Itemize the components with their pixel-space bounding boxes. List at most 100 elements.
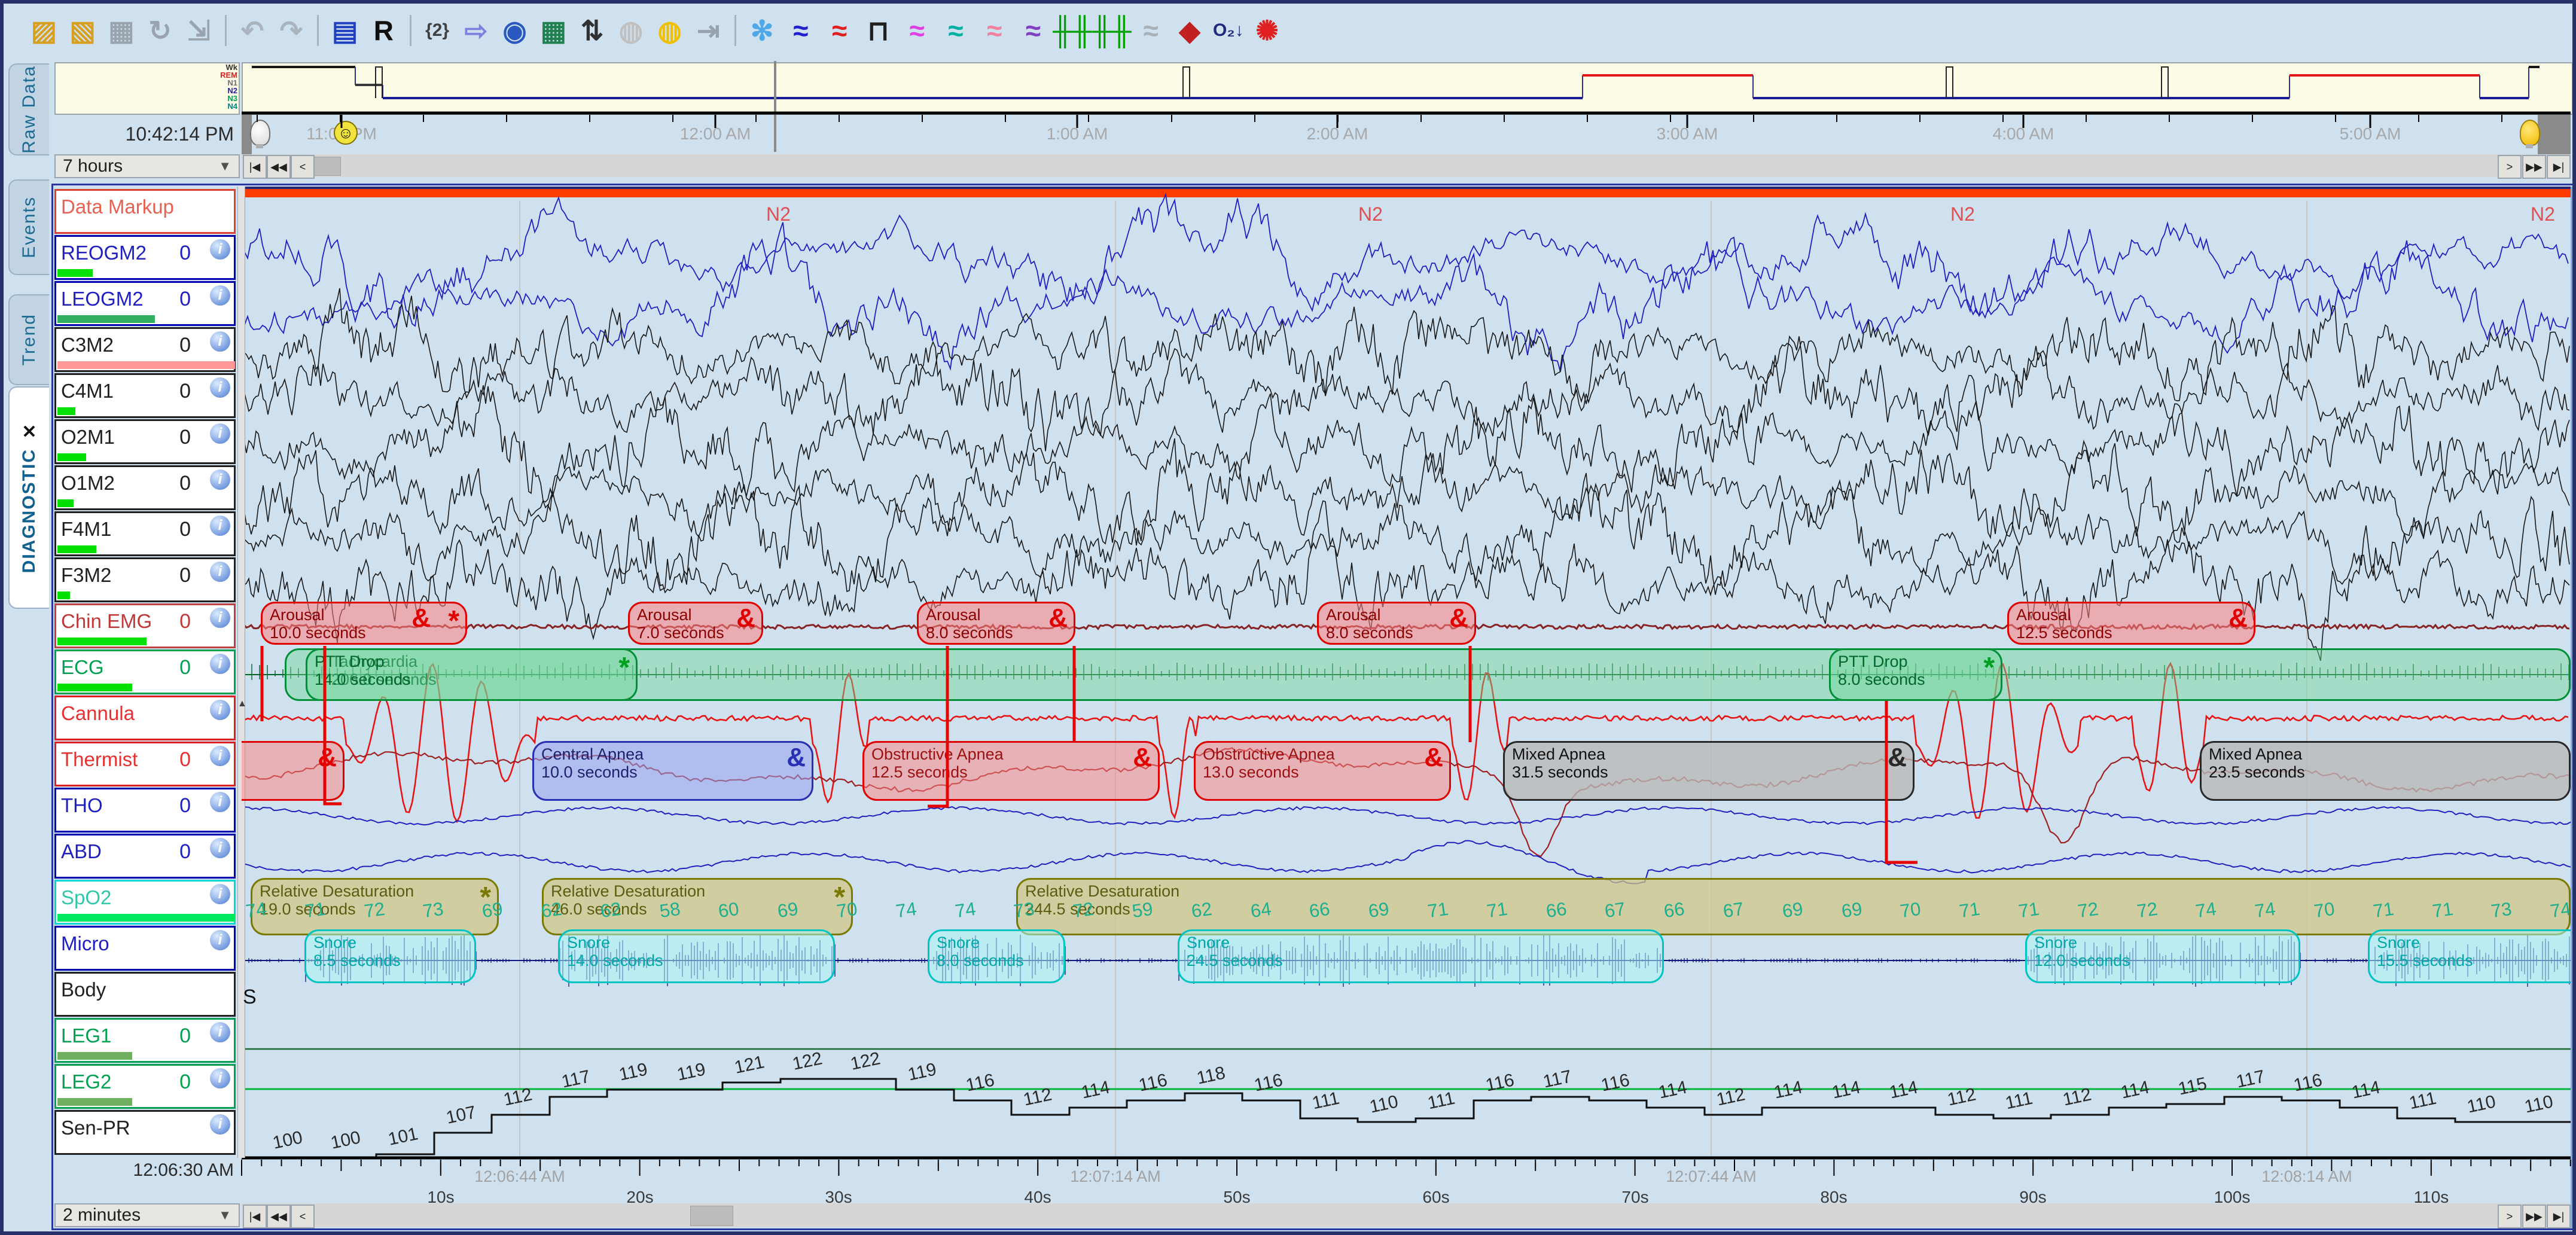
wave-pink-icon[interactable]: ≈ bbox=[978, 12, 1011, 49]
wave-square-icon[interactable]: ⊓ bbox=[862, 12, 895, 49]
channel-tho[interactable]: THO0i bbox=[54, 788, 236, 833]
mixed-apnea-event-5[interactable]: Mixed Apnea23.5 seconds bbox=[2200, 741, 2571, 801]
info-icon[interactable]: i bbox=[210, 285, 230, 306]
info-icon[interactable]: i bbox=[210, 469, 230, 490]
info-icon[interactable]: i bbox=[210, 746, 230, 766]
channel-c3m2[interactable]: C3M20i bbox=[54, 327, 236, 372]
channel-micro[interactable]: Microi bbox=[54, 926, 236, 971]
info-icon[interactable]: i bbox=[210, 1114, 230, 1135]
tab-raw-data[interactable]: Raw Data bbox=[8, 63, 49, 155]
info-icon[interactable]: i bbox=[210, 930, 230, 950]
montage-a-icon[interactable]: ╫╫ bbox=[1056, 12, 1089, 49]
arousal-event-4[interactable]: Arousal12.5 seconds& bbox=[2007, 602, 2255, 645]
snore-event-4[interactable]: Snore12.0 seconds bbox=[2025, 929, 2300, 983]
wave-red-icon[interactable]: ≈ bbox=[823, 12, 856, 49]
reload-icon[interactable]: ↻ bbox=[144, 12, 176, 49]
overview-scroll-left-2[interactable]: < bbox=[291, 155, 315, 179]
channel-thermist[interactable]: Thermist0i bbox=[54, 742, 236, 786]
main-scroll-right-2[interactable]: ▶| bbox=[2547, 1204, 2571, 1228]
channel-leogm2[interactable]: LEOGM20i bbox=[54, 281, 236, 326]
obstructive-apnea-event-3[interactable]: Obstructive Apnea13.0 seconds& bbox=[1194, 741, 1451, 801]
channel-sen-pr[interactable]: Sen-PRi bbox=[54, 1110, 236, 1155]
report-icon[interactable]: ▤ bbox=[328, 12, 361, 49]
wave-blue-icon[interactable]: ≈ bbox=[785, 12, 818, 49]
info-icon[interactable]: i bbox=[210, 516, 230, 536]
info-icon[interactable]: i bbox=[210, 423, 230, 444]
main-scroll-left-1[interactable]: ◀◀ bbox=[267, 1204, 291, 1228]
spindle-icon[interactable]: ✺ bbox=[1251, 12, 1284, 49]
open-study-icon[interactable]: ▨ bbox=[28, 12, 60, 49]
channel-f3m2[interactable]: F3M20i bbox=[54, 557, 236, 602]
snore-event-5[interactable]: Snore15.5 seconds bbox=[2368, 929, 2571, 983]
channel-o2m1[interactable]: O2M10i bbox=[54, 419, 236, 464]
desaturation-event-1[interactable]: Relative Desaturation46.0 seconds* bbox=[542, 878, 853, 935]
prescription-icon[interactable]: R bbox=[367, 12, 400, 49]
cardiac-event-1[interactable]: PTT Drop14.0 seconds* bbox=[306, 648, 638, 701]
info-icon[interactable]: i bbox=[210, 608, 230, 628]
info-icon[interactable]: i bbox=[210, 792, 230, 812]
snore-event-1[interactable]: Snore14.0 seconds bbox=[558, 929, 835, 983]
wave-magenta-icon[interactable]: ≈ bbox=[901, 12, 934, 49]
channel-reogm2[interactable]: REOGM20i bbox=[54, 235, 236, 280]
main-scroll-left-2[interactable]: < bbox=[291, 1204, 315, 1228]
wave-gray-icon[interactable]: ≈ bbox=[1135, 12, 1167, 49]
channel-leg1[interactable]: LEG10i bbox=[54, 1018, 236, 1063]
info-icon[interactable]: i bbox=[210, 1068, 230, 1088]
info-icon[interactable]: i bbox=[210, 838, 230, 858]
wave-purple-icon[interactable]: ≈ bbox=[1017, 12, 1050, 49]
main-scroll-track[interactable] bbox=[242, 1203, 2571, 1227]
info-icon[interactable]: i bbox=[210, 562, 230, 582]
main-scroll-left-0[interactable]: |◀ bbox=[243, 1204, 267, 1228]
channel-f4m1[interactable]: F4M10i bbox=[54, 511, 236, 556]
channel-leg2[interactable]: LEG20i bbox=[54, 1064, 236, 1109]
overview-scroll-left-0[interactable]: |◀ bbox=[243, 155, 267, 179]
info-icon[interactable]: i bbox=[210, 884, 230, 904]
overview-range-select[interactable]: 7 hours ▼ bbox=[54, 154, 240, 178]
arousal-event-1[interactable]: Arousal7.0 seconds& bbox=[628, 602, 763, 645]
undo-icon[interactable]: ↶ bbox=[236, 12, 269, 49]
lightbulb-off-icon[interactable]: ◍ bbox=[615, 12, 648, 49]
channel-data-markup[interactable]: Data Markup bbox=[54, 189, 236, 234]
filter-icon[interactable]: ✻ bbox=[746, 12, 779, 49]
snore-event-2[interactable]: Snore8.0 seconds bbox=[928, 929, 1065, 983]
apnea-event-0[interactable]: & bbox=[242, 741, 345, 801]
close-icon[interactable]: ✕ bbox=[22, 422, 36, 443]
cardiac-event-2[interactable]: PTT Drop8.0 seconds* bbox=[1829, 648, 2002, 701]
open-recent-icon[interactable]: ▧ bbox=[66, 12, 99, 49]
info-icon[interactable]: i bbox=[210, 377, 230, 398]
goto-icon[interactable]: ⇨ bbox=[459, 12, 492, 49]
channel-c4m1[interactable]: C4M10i bbox=[54, 373, 236, 418]
channel-spo2[interactable]: SpO2i bbox=[54, 880, 236, 925]
channel-splitter[interactable]: ▲ bbox=[237, 187, 245, 1158]
hypnogram-plot[interactable] bbox=[242, 62, 2573, 115]
tab-trend[interactable]: Trend bbox=[8, 294, 49, 385]
main-scroll-right-1[interactable]: ▶▶ bbox=[2522, 1204, 2546, 1228]
overview-scroll-right-2[interactable]: ▶| bbox=[2547, 155, 2571, 179]
calibrate-icon[interactable]: ⇅ bbox=[576, 12, 609, 49]
table-icon[interactable]: ▦ bbox=[537, 12, 570, 49]
overview-scroll-right-1[interactable]: ▶▶ bbox=[2522, 155, 2546, 179]
obstructive-apnea-event-2[interactable]: Obstructive Apnea12.5 seconds& bbox=[862, 741, 1160, 801]
browse-icon[interactable]: ◉ bbox=[498, 12, 531, 49]
epoch-range-select[interactable]: 2 minutes ▼ bbox=[54, 1203, 240, 1227]
arousal-event-2[interactable]: Arousal8.0 seconds& bbox=[917, 602, 1075, 645]
channel-abd[interactable]: ABD0i bbox=[54, 834, 236, 879]
artifact-icon[interactable]: ◆ bbox=[1173, 12, 1206, 49]
lightbulb-on-icon[interactable]: ◍ bbox=[653, 12, 686, 49]
tab-events[interactable]: Events bbox=[8, 179, 49, 275]
overview-scroll-left-1[interactable]: ◀◀ bbox=[267, 155, 291, 179]
o2-desat-icon[interactable]: O₂↓ bbox=[1212, 12, 1245, 49]
snore-event-0[interactable]: Snore8.5 seconds bbox=[304, 929, 476, 983]
channel-body[interactable]: Body bbox=[54, 972, 236, 1017]
save-icon[interactable]: ▦ bbox=[105, 12, 138, 49]
value-box-icon[interactable]: {2} bbox=[421, 12, 454, 49]
wave-teal-icon[interactable]: ≈ bbox=[940, 12, 973, 49]
central-apnea-event-1[interactable]: Central Apnea10.0 seconds& bbox=[532, 741, 813, 801]
overview-scroll-right-0[interactable]: > bbox=[2498, 155, 2522, 179]
mixed-apnea-event-4[interactable]: Mixed Apnea31.5 seconds& bbox=[1503, 741, 1915, 801]
main-scroll-thumb[interactable] bbox=[690, 1206, 733, 1226]
info-icon[interactable]: i bbox=[210, 331, 230, 352]
channel-o1m2[interactable]: O1M20i bbox=[54, 465, 236, 510]
info-icon[interactable]: i bbox=[210, 1022, 230, 1042]
exit-icon[interactable]: ⇥ bbox=[692, 12, 725, 49]
